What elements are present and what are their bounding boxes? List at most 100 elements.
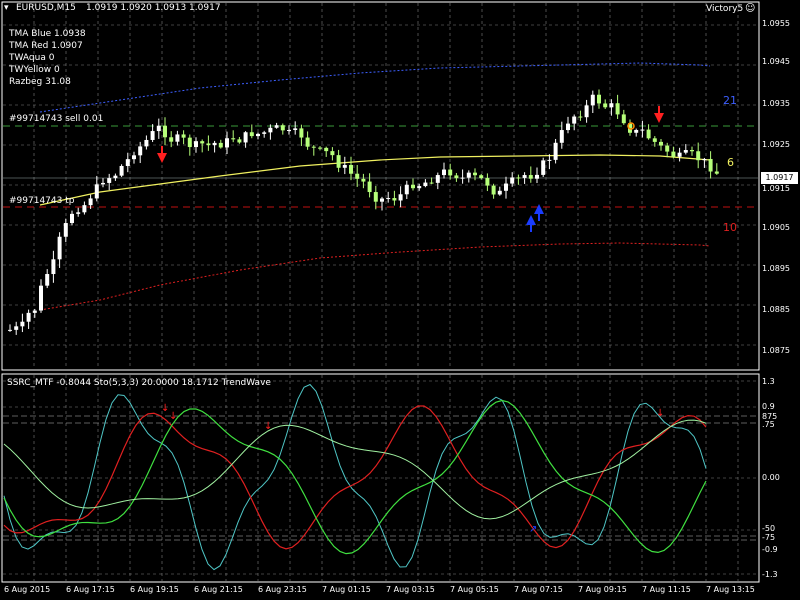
candle-body: [318, 147, 322, 149]
candle-body: [175, 134, 180, 142]
osc-sell-arrow-icon: ↓: [169, 411, 177, 422]
candle-body: [132, 155, 136, 160]
candle-body: [609, 103, 614, 108]
candle-body: [454, 175, 459, 179]
candle-body: [597, 94, 601, 104]
candle-body: [336, 155, 341, 168]
osc-sell-arrow-icon: ↓: [656, 408, 664, 419]
time-tick: 7 Aug 09:15: [578, 585, 627, 594]
candle-body: [324, 147, 329, 152]
candle-body: [367, 181, 372, 193]
indicator-twaqua: TWAqua 0: [9, 53, 55, 63]
candle-body: [212, 142, 217, 146]
candle-body: [32, 310, 37, 313]
candle-body: [293, 128, 298, 131]
candle-body: [280, 125, 285, 131]
candle-body: [473, 172, 477, 176]
candle-body: [640, 129, 645, 131]
candle-body: [578, 116, 583, 118]
candle-body: [231, 138, 236, 140]
candle-body: [535, 174, 539, 179]
chart-canvas[interactable]: ↓↓↓↓↗: [0, 0, 800, 600]
price-tick: 1.0955: [762, 19, 790, 28]
signal-arrows: [157, 106, 664, 232]
osc-tick: -75: [762, 533, 776, 542]
candle-body: [510, 177, 515, 184]
candle-body: [243, 132, 248, 143]
candle-body: [497, 190, 502, 195]
label-red-count: 10: [723, 221, 737, 234]
ohlc-values: 1.0919 1.0920 1.0913 1.0917: [86, 3, 221, 13]
candle-body: [349, 164, 353, 174]
candle-body: [702, 158, 707, 161]
candle-body: [14, 326, 19, 330]
candle-body: [423, 182, 428, 187]
buy-arrow-icon: [534, 204, 544, 214]
candle-body: [57, 236, 62, 260]
grid-lines: [3, 3, 758, 581]
label-blue-count: 21: [723, 94, 737, 107]
osc-tick: -0.9: [762, 545, 778, 554]
candle-body: [417, 186, 422, 189]
time-tick: 7 Aug 03:15: [386, 585, 435, 594]
candle-body: [541, 160, 546, 175]
indicator-twyellow: TWYellow 0: [9, 65, 60, 75]
price-tick: 1.0885: [762, 305, 790, 314]
osc-tick: 0.9: [762, 402, 775, 411]
candle-body: [119, 165, 124, 176]
candle-body: [194, 141, 198, 148]
candle-body: [435, 175, 440, 183]
candle-body: [615, 103, 620, 115]
candle-body: [671, 151, 676, 157]
candle-body: [392, 198, 397, 201]
price-tick: 1.0895: [762, 264, 790, 273]
price-tick: 1.0935: [762, 99, 790, 108]
candle-body: [225, 138, 229, 148]
candle-body: [559, 130, 564, 143]
candle-body: [690, 150, 694, 152]
candle-body: [39, 285, 43, 311]
candle-body: [107, 178, 112, 183]
candle-body: [181, 134, 186, 138]
candle-body: [708, 158, 713, 172]
candle-body: [125, 159, 130, 166]
order-sell-label[interactable]: #99714743 sell 0.01: [9, 114, 103, 125]
candle-body: [603, 103, 608, 108]
candle-body: [237, 139, 242, 143]
candle-body: [442, 169, 446, 176]
candle-body: [206, 143, 211, 146]
candle-body: [45, 274, 50, 286]
order-tp-label[interactable]: #99714743 tp: [9, 196, 74, 207]
price-tick: 1.0915: [762, 184, 790, 193]
candle-body: [76, 212, 81, 214]
price-tick: 1.0905: [762, 223, 790, 232]
candle-body: [553, 142, 558, 160]
candle-body: [528, 175, 533, 179]
indicator-tma-red: TMA Red 1.0907: [9, 41, 83, 51]
candle-body: [380, 198, 384, 202]
smiley-icon: ☺: [745, 3, 756, 14]
candle-body: [621, 114, 626, 124]
candle-body: [8, 329, 12, 331]
time-tick: 6 Aug 19:15: [130, 585, 179, 594]
osc-tick: .75: [762, 420, 775, 429]
time-tick: 6 Aug 23:15: [258, 585, 307, 594]
candle-body: [516, 177, 521, 179]
candle-body: [113, 175, 118, 179]
current-price-badge: 1.0917: [761, 172, 798, 184]
candle-body: [504, 183, 508, 191]
candle-body: [355, 173, 360, 179]
label-yellow-count: 6: [727, 156, 734, 169]
candle-body: [51, 259, 56, 275]
candle-body: [82, 205, 87, 213]
candle-body: [677, 152, 682, 157]
time-tick: 6 Aug 17:15: [66, 585, 115, 594]
price-tick: 1.0925: [762, 140, 790, 149]
order-levels: [3, 125, 758, 541]
candle-body: [287, 130, 291, 132]
symbol-icon: ▾: [4, 3, 9, 13]
osc-tick: 1.3: [762, 377, 775, 386]
time-tick: 6 Aug 2015: [4, 585, 51, 594]
expert-name[interactable]: Victory5: [706, 4, 743, 15]
sell-arrow-icon: [157, 153, 167, 163]
